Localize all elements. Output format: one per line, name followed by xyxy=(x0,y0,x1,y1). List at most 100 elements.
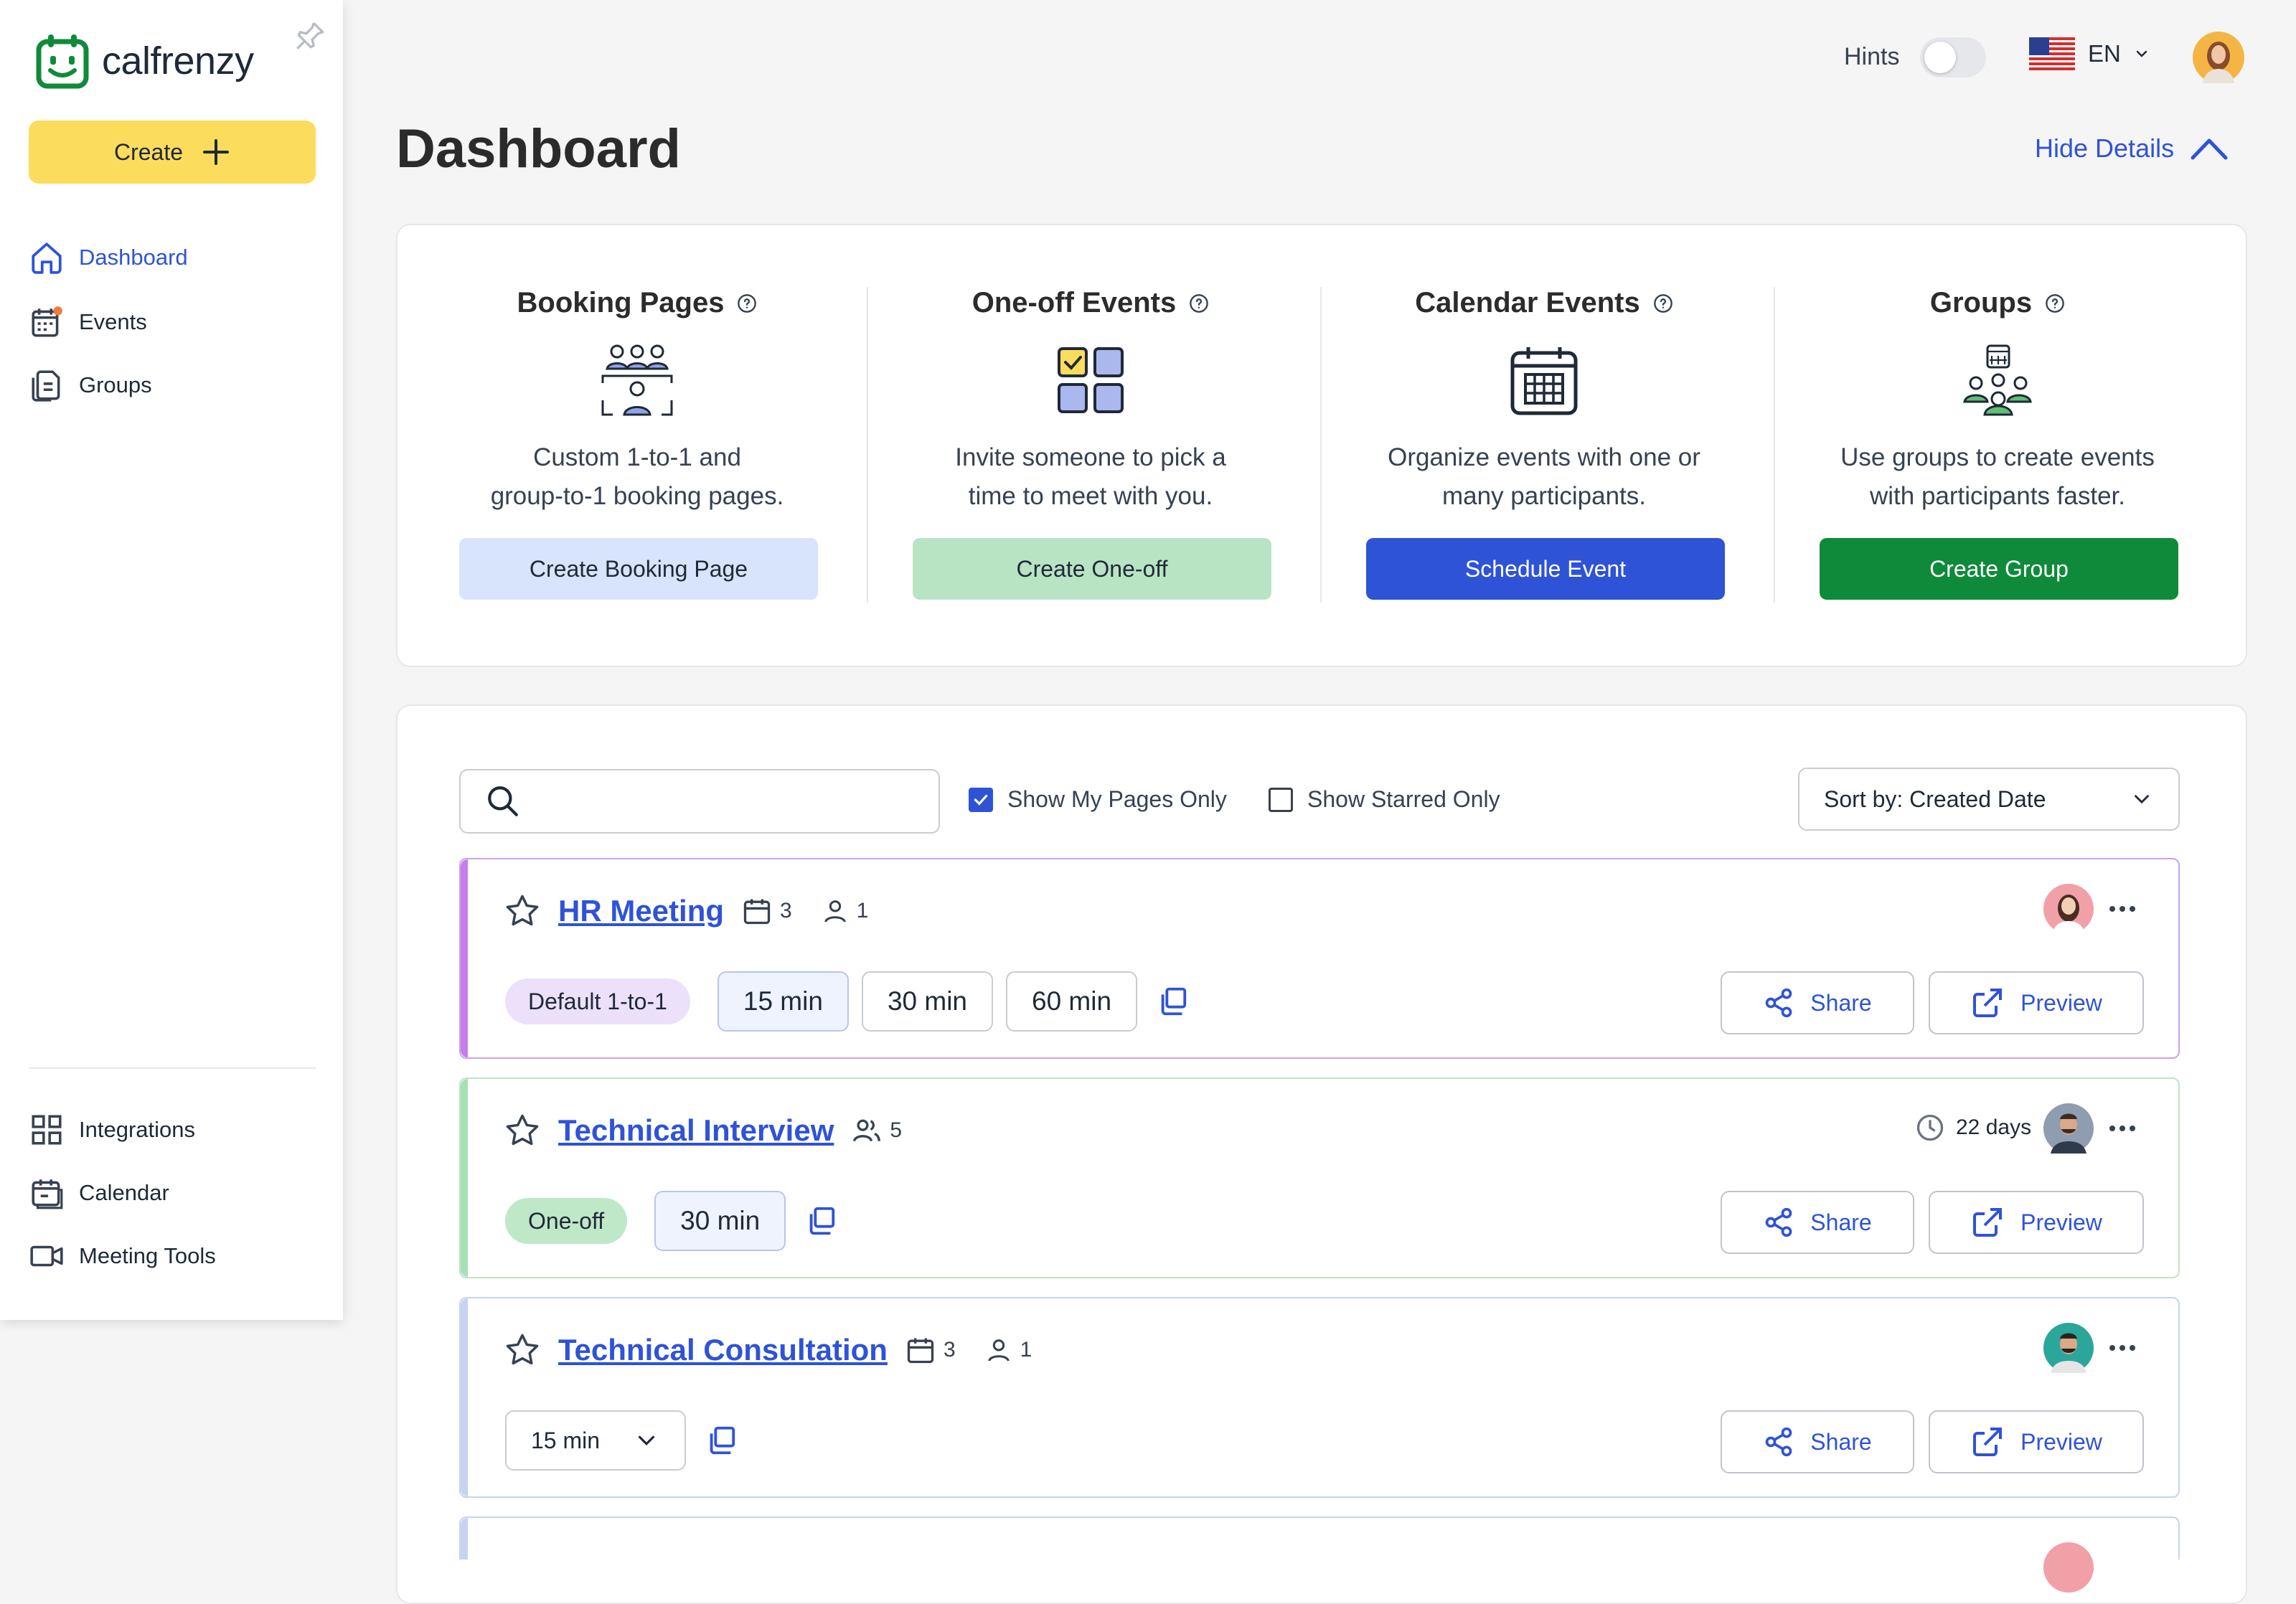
sidebar-item-label: Integrations xyxy=(79,1117,195,1142)
calendar-icon xyxy=(32,306,62,337)
card-accent xyxy=(461,1079,468,1277)
duration-option[interactable]: 30 min xyxy=(654,1191,786,1251)
search-box xyxy=(459,769,940,834)
calendar-icon xyxy=(743,899,771,925)
sort-dropdown[interactable]: Sort by: Created Date xyxy=(1798,768,2180,831)
one-off-events-section: One-off Events Invite someone to pick a … xyxy=(864,287,1317,516)
sidebar-item-events[interactable]: Events xyxy=(29,304,147,340)
calendar-count: 3 xyxy=(905,1334,956,1366)
card-title[interactable]: Technical Consultation xyxy=(558,1333,888,1367)
preview-button[interactable]: Preview xyxy=(1929,1191,2144,1254)
grid-icon xyxy=(32,1115,62,1145)
help-icon[interactable] xyxy=(2045,293,2065,313)
create-label: Create xyxy=(113,138,184,165)
checkbox-checked xyxy=(969,787,993,812)
owner-avatar[interactable] xyxy=(2043,1103,2094,1154)
section-desc: group-to-1 booking pages. xyxy=(490,482,784,510)
sidebar-item-groups[interactable]: Groups xyxy=(29,367,152,403)
booking-card xyxy=(459,1516,2180,1593)
user-avatar[interactable] xyxy=(2193,32,2244,83)
language-selector[interactable]: EN xyxy=(2029,37,2150,70)
section-desc: time to meet with you. xyxy=(968,482,1213,510)
share-button[interactable]: Share xyxy=(1721,1191,1914,1254)
search-icon xyxy=(488,786,518,816)
duration-option[interactable]: 30 min xyxy=(861,971,993,1032)
avatar-man-icon xyxy=(2043,1103,2094,1154)
copy-icon[interactable] xyxy=(1156,985,1189,1018)
avatar-woman-icon xyxy=(2043,884,2094,934)
share-label: Share xyxy=(1810,1209,1872,1235)
clock-icon xyxy=(1916,1114,1944,1141)
section-desc: Use groups to create events xyxy=(1840,443,2155,471)
copy-icon[interactable] xyxy=(804,1204,837,1237)
sidebar-item-label: Groups xyxy=(79,372,152,397)
section-desc: Custom 1-to-1 and xyxy=(533,443,741,471)
hide-details-button[interactable]: Hide Details xyxy=(2035,133,2229,164)
star-icon[interactable] xyxy=(504,1112,541,1149)
card-accent xyxy=(461,1518,468,1560)
star-icon[interactable] xyxy=(504,892,541,930)
external-link-icon xyxy=(1973,989,2003,1017)
create-one-off-button[interactable]: Create One-off xyxy=(913,538,1271,600)
create-group-button[interactable]: Create Group xyxy=(1820,538,2178,600)
sidebar-item-meeting-tools[interactable]: Meeting Tools xyxy=(29,1238,216,1274)
owner-avatar[interactable] xyxy=(2043,1323,2094,1373)
more-options-icon[interactable] xyxy=(2107,897,2138,921)
sidebar-divider xyxy=(29,1067,316,1069)
type-badge: Default 1-to-1 xyxy=(505,978,690,1024)
people-count-value: 1 xyxy=(1020,1338,1032,1362)
pin-icon[interactable] xyxy=(291,19,327,55)
chevron-down-icon xyxy=(638,1435,655,1445)
sort-label: Sort by: Created Date xyxy=(1824,786,2046,812)
share-label: Share xyxy=(1810,1428,1872,1455)
group-count-value: 5 xyxy=(890,1118,903,1142)
more-options-icon[interactable] xyxy=(2107,1336,2138,1360)
plus-icon xyxy=(203,139,230,165)
card-title[interactable]: HR Meeting xyxy=(558,894,724,928)
duration-select[interactable]: 15 min xyxy=(505,1410,686,1471)
card-accent xyxy=(461,1298,468,1496)
section-title: Booking Pages xyxy=(517,287,725,319)
groups-icon xyxy=(32,370,60,402)
section-desc: with participants faster. xyxy=(1870,482,2125,510)
groups-section: Groups Use groups to create events with … xyxy=(1771,287,2224,516)
help-icon[interactable] xyxy=(737,293,757,313)
duration-option[interactable]: 60 min xyxy=(1006,971,1138,1032)
help-icon[interactable] xyxy=(1653,293,1673,313)
star-icon[interactable] xyxy=(504,1331,541,1369)
hints-label: Hints xyxy=(1844,43,1900,70)
sidebar-item-integrations[interactable]: Integrations xyxy=(29,1112,195,1148)
schedule-event-button[interactable]: Schedule Event xyxy=(1366,538,1725,600)
calendar-count-value: 3 xyxy=(943,1338,956,1362)
page-title: Dashboard xyxy=(396,118,681,179)
calendar-count-value: 3 xyxy=(780,899,792,923)
section-title: Calendar Events xyxy=(1415,287,1640,319)
copy-icon[interactable] xyxy=(705,1424,738,1457)
show-my-pages-checkbox[interactable]: Show My Pages Only xyxy=(969,786,1227,813)
hints-toggle[interactable] xyxy=(1920,37,1986,77)
share-button[interactable]: Share xyxy=(1721,971,1914,1034)
create-button[interactable]: Create xyxy=(29,121,316,184)
expiry-indicator: 22 days xyxy=(1914,1112,2031,1143)
sidebar-item-label: Dashboard xyxy=(79,245,188,270)
help-icon[interactable] xyxy=(1189,293,1209,313)
app-logo[interactable]: calfrenzy xyxy=(36,33,254,89)
duration-option[interactable]: 15 min xyxy=(717,971,849,1032)
card-title[interactable]: Technical Interview xyxy=(558,1113,834,1148)
checkbox-unchecked xyxy=(1269,787,1293,812)
card-accent xyxy=(461,859,468,1057)
owner-avatar[interactable] xyxy=(2043,884,2094,934)
preview-button[interactable]: Preview xyxy=(1929,971,2144,1034)
preview-button[interactable]: Preview xyxy=(1929,1410,2144,1473)
chevron-down-icon xyxy=(2136,50,2147,57)
sidebar-item-label: Meeting Tools xyxy=(79,1243,216,1268)
search-input[interactable] xyxy=(532,770,923,829)
sidebar-item-calendar[interactable]: Calendar xyxy=(29,1175,169,1211)
create-booking-page-button[interactable]: Create Booking Page xyxy=(459,538,818,600)
share-button[interactable]: Share xyxy=(1721,1410,1914,1473)
show-starred-checkbox[interactable]: Show Starred Only xyxy=(1269,786,1500,813)
sidebar-item-label: Events xyxy=(79,309,147,334)
sidebar-item-dashboard[interactable]: Dashboard xyxy=(29,240,188,275)
more-options-icon[interactable] xyxy=(2107,1116,2138,1141)
owner-avatar[interactable] xyxy=(2043,1542,2094,1593)
